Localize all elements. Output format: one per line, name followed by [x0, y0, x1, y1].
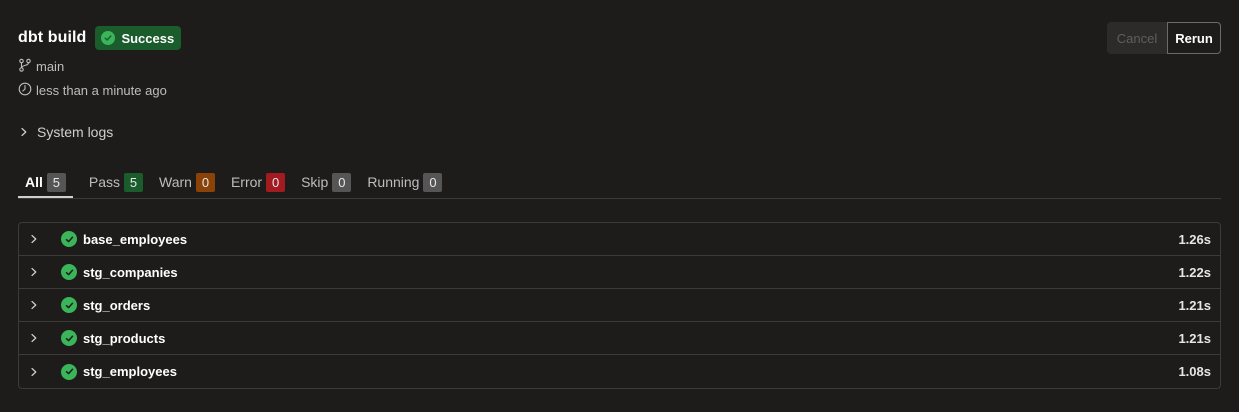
model-run-row[interactable]: base_employees 1.26s: [19, 223, 1220, 256]
status-label: Success: [121, 30, 175, 46]
tab-count: 0: [332, 173, 352, 192]
tab-label: Running: [367, 174, 420, 190]
run-details-page: dbt build Success main less than a minut…: [0, 0, 1239, 412]
model-name: stg_companies: [83, 264, 178, 280]
check-circle-icon: [101, 31, 116, 45]
check-circle-icon: [61, 363, 77, 380]
model-name: base_employees: [83, 231, 188, 247]
model-name: stg_orders: [83, 297, 151, 313]
chevron-right-icon[interactable]: [30, 367, 42, 377]
chevron-right-icon[interactable]: [30, 234, 42, 244]
tab-warn[interactable]: Warn 0: [159, 170, 215, 198]
check-circle-icon: [61, 330, 77, 346]
tab-count: 0: [195, 173, 215, 192]
run-time: less than a minute ago: [36, 82, 167, 98]
run-title: dbt build: [18, 29, 87, 46]
tab-count: 5: [124, 173, 144, 192]
model-duration: 1.21s: [1178, 330, 1211, 346]
system-logs-label: System logs: [37, 124, 114, 140]
branch-name: main: [36, 58, 65, 74]
model-run-row[interactable]: stg_companies 1.22s: [19, 256, 1220, 289]
run-header: dbt build Success main less than a minut…: [18, 26, 182, 99]
status-badge: Success: [95, 26, 182, 50]
git-branch-icon: [18, 58, 36, 75]
rerun-button[interactable]: Rerun: [1167, 22, 1221, 54]
model-duration: 1.08s: [1178, 364, 1211, 379]
model-run-list: base_employees 1.26s stg_companies 1.22s…: [18, 222, 1221, 389]
model-run-row[interactable]: stg_orders 1.21s: [19, 289, 1220, 322]
tab-pass[interactable]: Pass 5: [88, 170, 144, 198]
check-circle-icon: [61, 297, 77, 313]
chevron-right-icon[interactable]: [30, 267, 42, 277]
status-filter-tabs: All 5 Pass 5 Warn 0 Error 0 Skip 0 Runni…: [18, 170, 1221, 199]
clock-icon: [18, 82, 36, 99]
tab-count: 0: [423, 173, 443, 192]
tab-error[interactable]: Error 0: [230, 170, 286, 198]
tab-label: All: [25, 174, 43, 190]
chevron-right-icon[interactable]: [30, 333, 42, 343]
tab-label: Pass: [88, 174, 121, 190]
model-duration: 1.26s: [1178, 231, 1211, 247]
check-circle-icon: [61, 264, 77, 280]
run-actions: Cancel Rerun: [1107, 22, 1221, 54]
model-run-row[interactable]: stg_products 1.21s: [19, 322, 1220, 355]
tab-count: 5: [46, 173, 66, 192]
tab-skip[interactable]: Skip 0: [301, 170, 352, 198]
time-row: less than a minute ago: [18, 81, 181, 99]
tab-label: Skip: [301, 174, 329, 190]
tab-count: 0: [266, 173, 286, 192]
tab-all[interactable]: All 5: [18, 170, 73, 198]
tab-running[interactable]: Running 0: [367, 170, 443, 198]
tab-label: Error: [230, 174, 263, 190]
chevron-right-icon[interactable]: [30, 300, 42, 310]
model-name: stg_employees: [83, 364, 177, 379]
title-row: dbt build Success: [18, 26, 182, 50]
model-duration: 1.21s: [1178, 297, 1211, 313]
check-circle-icon: [61, 231, 77, 247]
model-run-row[interactable]: stg_employees 1.08s: [19, 355, 1220, 388]
system-logs-toggle[interactable]: System logs: [20, 123, 113, 141]
branch-row: main: [18, 57, 181, 75]
tab-label: Warn: [159, 174, 192, 190]
chevron-right-icon: [20, 124, 37, 140]
cancel-button[interactable]: Cancel: [1107, 22, 1167, 54]
model-duration: 1.22s: [1178, 264, 1211, 280]
model-name: stg_products: [83, 330, 166, 346]
